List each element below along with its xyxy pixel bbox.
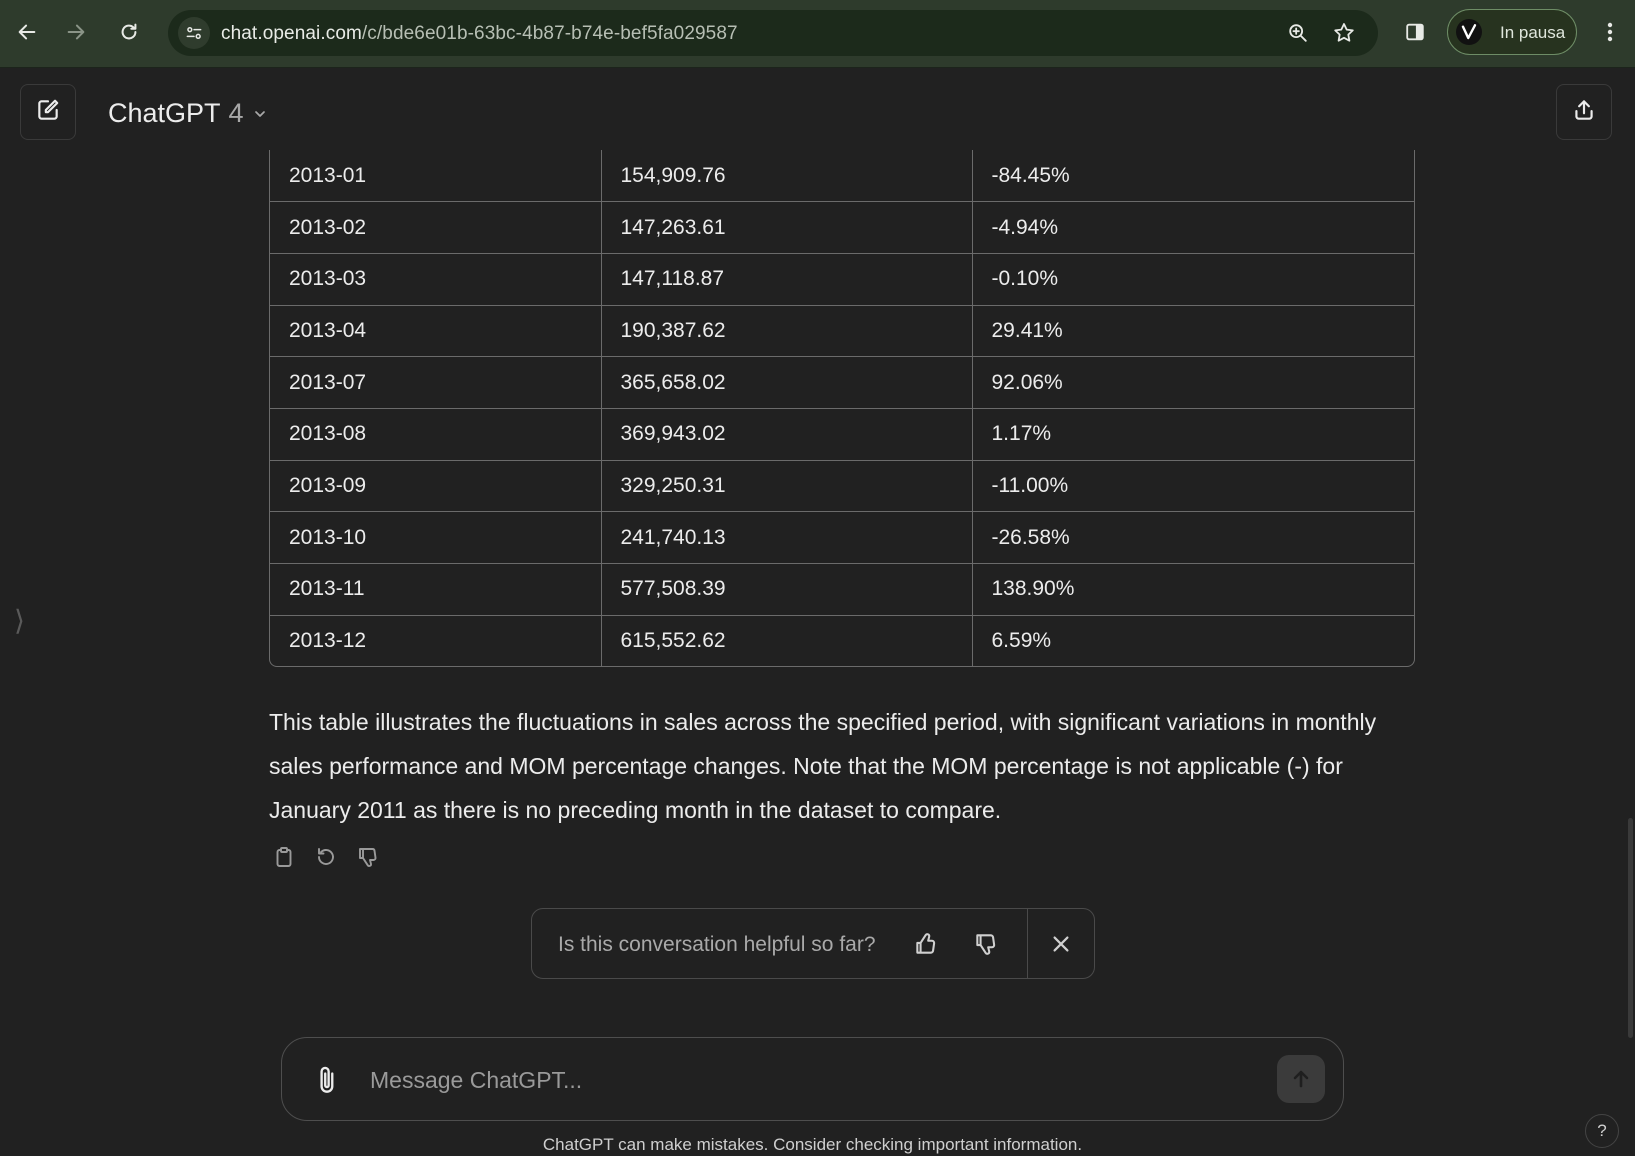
table-row: 2013-02 147,263.61 -4.94% <box>270 201 1414 254</box>
scrollbar[interactable] <box>1628 818 1633 1038</box>
sales-cell: 147,263.61 <box>601 201 973 254</box>
month-cell: 2013-01 <box>270 150 602 203</box>
month-cell: 2013-08 <box>270 408 602 461</box>
mom-change-cell: 29.41% <box>972 305 1414 358</box>
month-cell: 2013-11 <box>270 563 602 616</box>
message-input[interactable] <box>368 1060 1252 1100</box>
sales-cell: 147,118.87 <box>601 253 973 306</box>
browser-toolbar: chat.openai.com/c/bde6e01b-63bc-4b87-b74… <box>0 0 1635 68</box>
sales-cell: 241,740.13 <box>601 511 973 564</box>
mom-change-cell: -0.10% <box>972 253 1414 306</box>
feedback-question: Is this conversation helpful so far? <box>558 933 876 956</box>
table-row: 2013-03 147,118.87 -0.10% <box>270 253 1414 306</box>
mom-change-cell: -11.00% <box>972 460 1414 513</box>
profile-label: In pausa <box>1500 23 1566 42</box>
mom-change-cell: -4.94% <box>972 201 1414 254</box>
mom-change-cell: -84.45% <box>972 150 1414 203</box>
sales-cell: 615,552.62 <box>601 615 973 666</box>
address-bar[interactable]: chat.openai.com/c/bde6e01b-63bc-4b87-b74… <box>168 10 1378 56</box>
table-row: 2013-07 365,658.02 92.06% <box>270 356 1414 409</box>
url-path: /c/bde6e01b-63bc-4b87-b74e-bef5fa029587 <box>361 23 738 44</box>
feedback-prompt: Is this conversation helpful so far? <box>531 908 1095 979</box>
month-cell: 2013-03 <box>270 253 602 306</box>
month-cell: 2013-09 <box>270 460 602 513</box>
share-icon <box>1571 97 1597 128</box>
sales-cell: 190,387.62 <box>601 305 973 358</box>
thumbs-down-icon[interactable] <box>354 843 382 871</box>
send-button[interactable] <box>1277 1055 1325 1103</box>
table-row: 2013-04 190,387.62 29.41% <box>270 305 1414 358</box>
table-row: 2013-01 154,909.76 -84.45% <box>270 150 1414 203</box>
month-cell: 2013-12 <box>270 615 602 666</box>
bookmark-star-icon[interactable] <box>1332 21 1356 45</box>
chat-header: ChatGPT 4 <box>0 68 1635 160</box>
month-cell: 2013-10 <box>270 511 602 564</box>
month-cell: 2013-04 <box>270 305 602 358</box>
profile-button[interactable]: In pausa <box>1447 9 1577 55</box>
reload-icon[interactable] <box>111 14 147 50</box>
message-actions <box>270 843 382 871</box>
month-cell: 2013-07 <box>270 356 602 409</box>
regenerate-icon[interactable] <box>312 843 340 871</box>
profile-avatar-icon <box>1456 19 1482 45</box>
model-name: ChatGPT <box>108 98 221 128</box>
sales-cell: 154,909.76 <box>601 150 973 203</box>
table-row: 2013-10 241,740.13 -26.58% <box>270 511 1414 564</box>
share-button[interactable] <box>1556 84 1612 140</box>
table-row: 2013-09 329,250.31 -11.00% <box>270 460 1414 513</box>
sales-cell: 365,658.02 <box>601 356 973 409</box>
new-chat-button[interactable] <box>20 84 76 140</box>
model-version: 4 <box>228 98 244 128</box>
chevron-down-icon <box>252 98 268 129</box>
copy-icon[interactable] <box>270 843 298 871</box>
mom-change-cell: 1.17% <box>972 408 1414 461</box>
url-text: chat.openai.com/c/bde6e01b-63bc-4b87-b74… <box>221 23 738 45</box>
thumbs-up-icon[interactable] <box>911 929 941 959</box>
assistant-message-text: This table illustrates the fluctuations … <box>269 709 1377 823</box>
side-panel-icon[interactable] <box>1397 14 1433 50</box>
feedback-divider <box>1027 909 1028 978</box>
month-cell: 2013-02 <box>270 201 602 254</box>
sales-table: 2013-01 154,909.76 -84.45% 2013-02 147,263.6… <box>269 150 1415 667</box>
mom-change-cell: 138.90% <box>972 563 1414 616</box>
model-selector[interactable]: ChatGPT 4 <box>108 98 268 129</box>
message-composer <box>281 1037 1344 1121</box>
url-host: chat.openai.com <box>221 23 362 44</box>
forward-icon[interactable] <box>58 14 94 50</box>
sidebar-toggle-icon[interactable]: ⟩ <box>14 604 25 637</box>
help-button[interactable]: ? <box>1585 1114 1619 1148</box>
sales-cell: 369,943.02 <box>601 408 973 461</box>
table-row: 2013-08 369,943.02 1.17% <box>270 408 1414 461</box>
paperclip-icon[interactable] <box>312 1063 344 1097</box>
table-row: 2013-12 615,552.62 6.59% <box>270 615 1414 666</box>
thumbs-down-icon[interactable] <box>971 929 1001 959</box>
sales-cell: 577,508.39 <box>601 563 973 616</box>
mom-change-cell: 6.59% <box>991 629 1052 653</box>
arrow-up-icon <box>1293 1070 1309 1088</box>
table-row: 2013-11 577,508.39 138.90% <box>270 563 1414 616</box>
site-info-icon[interactable] <box>178 17 210 49</box>
zoom-icon[interactable] <box>1286 21 1310 45</box>
disclaimer-text: ChatGPT can make mistakes. Consider chec… <box>542 1135 1083 1154</box>
sales-cell: 329,250.31 <box>601 460 973 513</box>
mom-change-cell: -26.58% <box>972 511 1414 564</box>
mom-change-cell: 92.06% <box>972 356 1414 409</box>
menu-kebab-icon[interactable] <box>1592 14 1628 50</box>
close-icon[interactable] <box>1046 929 1076 959</box>
back-icon[interactable] <box>9 14 45 50</box>
edit-icon <box>35 97 61 128</box>
